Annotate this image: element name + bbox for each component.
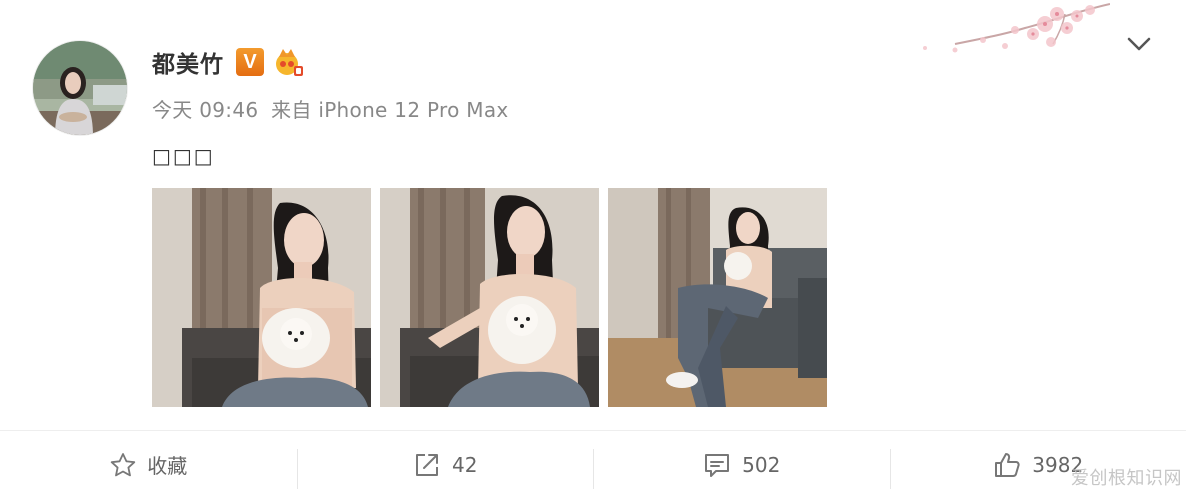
post-source[interactable]: 来自 iPhone 12 Pro Max [271,98,508,122]
action-bar: 收藏 42 502 3982 [0,430,1186,498]
post-text: □□□ [152,144,215,168]
verified-badge-icon[interactable]: V [236,48,264,76]
avatar[interactable] [32,40,128,136]
photo-grid [152,188,827,407]
comment-icon [705,453,730,477]
share-icon [416,453,439,476]
comment-count: 502 [742,452,781,477]
post-time[interactable]: 今天 09:46 [152,98,258,122]
weibo-post-card: 都美竹 V 今天 09:46 来自 iPhone 12 Pro Max □□□ [0,0,1186,498]
author-row: 都美竹 V [152,44,304,80]
plum-blossom-decoration [923,3,1110,53]
favorite-label: 收藏 [147,454,188,478]
vip-crown-icon[interactable] [272,47,304,77]
repost-count: 42 [452,452,478,477]
favorite-button[interactable]: 收藏 [0,431,297,498]
post-meta: 今天 09:46 来自 iPhone 12 Pro Max [152,94,509,123]
photo-woman-sitting-on-sofa[interactable] [608,188,827,407]
repost-button[interactable]: 42 [296,431,594,498]
username[interactable]: 都美竹 [152,45,224,79]
watermark-text: 爱创根知识网 [1071,468,1182,489]
star-icon [111,452,136,476]
comment-button[interactable]: 502 [593,431,890,498]
thumbs-up-icon [995,452,1020,477]
photo-woman-holding-white-dog-2[interactable] [380,188,599,407]
photo-woman-holding-white-dog-1[interactable] [152,188,371,407]
chevron-down-icon[interactable] [1124,30,1154,58]
